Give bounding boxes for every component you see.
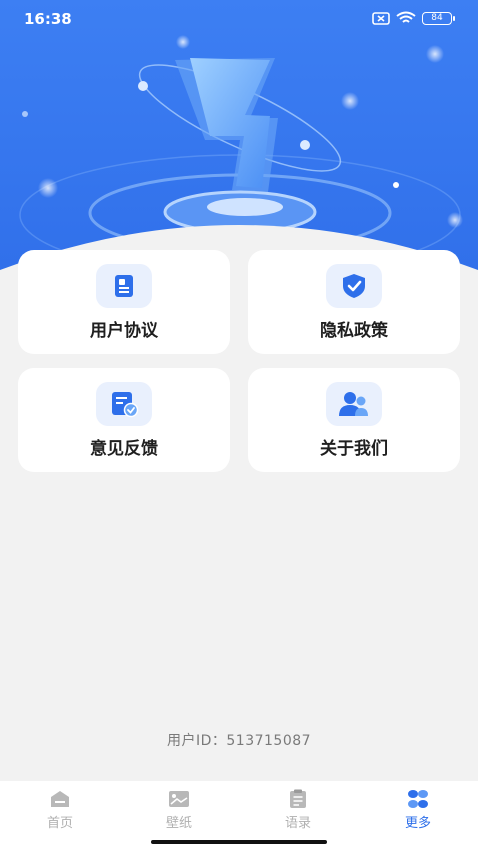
status-bar: 16:38 84 [0,0,478,38]
user-id-value: 513715087 [226,733,312,749]
more-icon [407,789,429,809]
shield-check-icon [326,264,382,308]
feedback-card[interactable]: 意见反馈 [18,368,230,472]
quotes-icon [287,789,309,809]
people-icon [326,382,382,426]
tab-wallpaper[interactable]: 壁纸 [139,789,219,831]
user-id-label: 用户ID： [166,733,227,749]
tab-quotes[interactable]: 语录 [258,789,338,831]
tab-home[interactable]: 首页 [20,789,100,831]
tab-more[interactable]: 更多 [378,789,458,831]
card-label: 用户协议 [90,321,158,341]
feedback-icon [96,382,152,426]
tab-label: 壁纸 [165,816,192,831]
privacy-policy-card[interactable]: 隐私政策 [248,250,460,354]
wallpaper-icon [168,789,190,809]
about-us-card[interactable]: 关于我们 [248,368,460,472]
home-indicator [151,840,327,844]
card-label: 隐私政策 [320,321,388,341]
user-id: 用户ID：513715087 [0,730,478,750]
tab-label: 语录 [284,816,311,831]
tab-label: 首页 [46,816,73,831]
battery-level: 84 [431,13,443,23]
card-label: 意见反馈 [90,439,158,459]
card-label: 关于我们 [320,439,388,459]
tab-label: 更多 [404,816,431,831]
home-icon [49,789,71,809]
document-icon [96,264,152,308]
wifi-icon [396,11,416,23]
user-agreement-card[interactable]: 用户协议 [18,250,230,354]
status-time: 16:38 [24,10,72,28]
status-icons: 84 [372,11,455,25]
sim-off-icon [372,11,390,25]
battery-icon: 84 [422,11,455,25]
